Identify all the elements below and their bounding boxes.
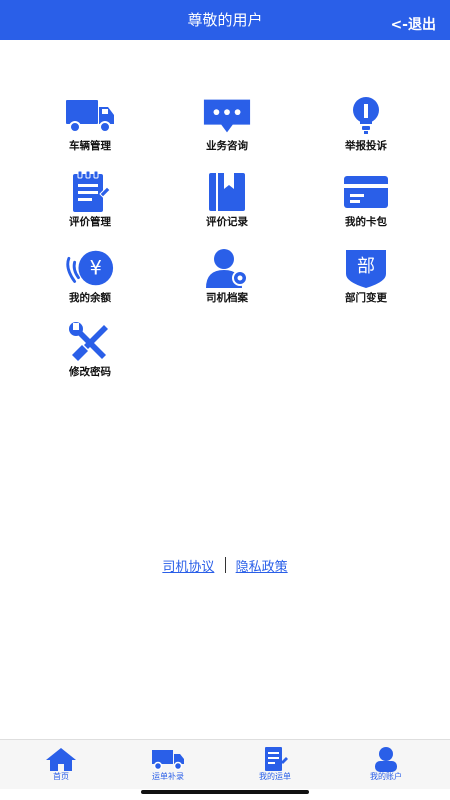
tab-my-account[interactable]: 我的账户: [330, 740, 442, 790]
truck-icon: [150, 746, 186, 772]
menu-item-label: 评价管理: [69, 216, 111, 228]
lightbulb-icon: [341, 94, 391, 138]
menu-item-review-management[interactable]: 评价管理: [30, 170, 150, 230]
privacy-policy-link[interactable]: 隐私政策: [236, 560, 288, 575]
tab-waybill-supplement[interactable]: 运单补录: [112, 740, 224, 790]
bookmark-book-icon: [202, 170, 252, 214]
user-icon: [368, 746, 404, 772]
notepad-pen-icon: [65, 170, 115, 214]
user-gear-icon: [202, 246, 252, 290]
tab-my-waybills[interactable]: 我的运单: [219, 740, 331, 790]
menu-item-my-card-wallet[interactable]: 我的卡包: [306, 170, 426, 230]
department-shield-icon: 部: [341, 246, 391, 290]
menu-item-label: 修改密码: [69, 366, 111, 378]
page-title: 尊敬的用户: [187, 11, 263, 29]
tab-label: 首页: [53, 772, 69, 781]
menu-item-report-complaint[interactable]: 举报投诉: [306, 94, 426, 154]
card-icon: [341, 170, 391, 214]
tab-label: 我的运单: [259, 772, 291, 781]
wrench-screwdriver-icon: [65, 320, 115, 364]
home-icon: [43, 746, 79, 772]
menu-item-label: 我的余额: [69, 292, 111, 304]
document-pen-icon: [257, 746, 293, 772]
menu-item-label: 司机档案: [206, 292, 248, 304]
logout-button[interactable]: <-退出: [390, 15, 436, 35]
home-indicator: [141, 790, 309, 794]
department-glyph: 部: [357, 256, 375, 277]
menu-item-vehicle-management[interactable]: 车辆管理: [30, 94, 150, 154]
menu-item-my-balance[interactable]: ¥ 我的余额: [30, 246, 150, 306]
menu-item-label: 举报投诉: [345, 140, 387, 152]
yuan-coin-icon: ¥: [65, 246, 115, 290]
menu-item-label: 车辆管理: [69, 140, 111, 152]
menu-item-label: 业务咨询: [206, 140, 248, 152]
menu-item-review-records[interactable]: 评价记录: [167, 170, 287, 230]
menu-item-department-change[interactable]: 部 部门变更: [306, 246, 426, 306]
yuan-glyph: ¥: [90, 257, 102, 280]
bottom-tab-bar: 首页 运单补录 我的运单 我的账户: [0, 739, 450, 789]
tab-home[interactable]: 首页: [5, 740, 117, 790]
menu-item-driver-profile[interactable]: 司机档案: [167, 246, 287, 306]
menu-item-label: 我的卡包: [345, 216, 387, 228]
tab-label: 运单补录: [152, 772, 184, 781]
policy-links: 司机协议 隐私政策: [0, 557, 450, 577]
menu-item-label: 评价记录: [206, 216, 248, 228]
tab-label: 我的账户: [370, 772, 402, 781]
chat-bubble-icon: [202, 94, 252, 138]
menu-item-change-password[interactable]: 修改密码: [30, 320, 150, 380]
driver-agreement-link[interactable]: 司机协议: [162, 560, 214, 575]
link-divider: [224, 557, 226, 573]
menu-item-business-consult[interactable]: 业务咨询: [167, 94, 287, 154]
header-bar: 尊敬的用户 <-退出: [0, 0, 450, 40]
menu-item-label: 部门变更: [345, 292, 387, 304]
truck-icon: [65, 94, 115, 138]
